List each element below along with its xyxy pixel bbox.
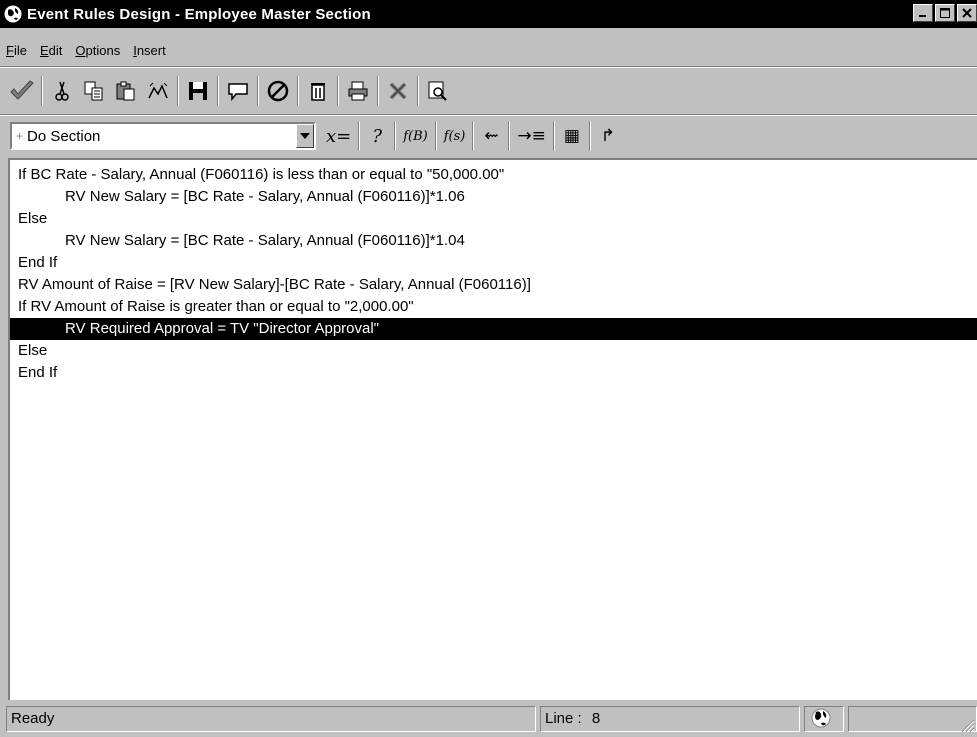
print-icon[interactable] — [342, 75, 374, 107]
toolbar-separator — [472, 121, 475, 151]
status-pane-state: Ready — [6, 706, 536, 732]
title-bar[interactable]: Event Rules Design - Employee Master Sec… — [0, 0, 977, 28]
code-line[interactable]: End If — [10, 362, 977, 384]
code-line[interactable]: RV New Salary = [BC Rate - Salary, Annua… — [10, 186, 977, 208]
event-combo[interactable]: + Do Section — [10, 122, 316, 150]
app-globe-icon — [4, 5, 22, 23]
close-icon[interactable] — [957, 4, 977, 22]
code-line[interactable]: Else — [10, 208, 977, 230]
toolbar-separator — [417, 76, 419, 106]
menu-options[interactable]: Options — [69, 40, 127, 62]
menu-edit[interactable]: Edit — [34, 40, 69, 62]
maximize-icon[interactable] — [935, 4, 955, 22]
toolbar-separator — [41, 76, 43, 106]
main-toolbar — [0, 70, 454, 112]
toolbar-separator — [337, 76, 339, 106]
table-button[interactable]: ▦ — [558, 121, 586, 151]
line-value: 8 — [591, 710, 601, 727]
toolbar-divider — [0, 114, 977, 116]
line-label: Line : — [545, 710, 582, 727]
toolbar-separator — [434, 121, 437, 151]
status-text: Ready — [11, 710, 55, 727]
paste-icon[interactable] — [110, 75, 142, 107]
toolbar-separator — [552, 121, 555, 151]
code-line[interactable]: End If — [10, 252, 977, 274]
code-line[interactable]: RV New Salary = [BC Rate - Salary, Annua… — [10, 230, 977, 252]
copy-icon[interactable] — [78, 75, 110, 107]
event-rules-toolbar: + Do Section x= ? f(B) f(s) ⇜ →≡ ▦ ↱ — [0, 118, 622, 154]
minimize-icon[interactable] — [913, 4, 933, 22]
business-function-button[interactable]: f(B) — [399, 121, 432, 151]
code-line-selected[interactable]: RV Required Approval = TV "Director Appr… — [10, 318, 977, 340]
insert-line-button[interactable]: →≡ — [513, 121, 550, 151]
checkmark-icon[interactable] — [6, 75, 38, 107]
delete-icon[interactable] — [302, 75, 334, 107]
assignment-button[interactable]: x= — [322, 121, 355, 151]
code-line[interactable]: RV Amount of Raise = [RV New Salary]-[BC… — [10, 274, 977, 296]
disable-icon[interactable] — [262, 75, 294, 107]
toolbar-separator — [377, 76, 379, 106]
table-io-button[interactable]: ⇜ — [477, 121, 505, 151]
event-combo-value: Do Section — [27, 127, 101, 145]
toolbar-separator — [217, 76, 219, 106]
status-pane-globe — [804, 706, 844, 732]
toolbar-separator — [257, 76, 259, 106]
status-bar: Ready Line : 8 — [0, 704, 977, 735]
window-controls — [913, 4, 977, 22]
status-pane-empty — [848, 706, 977, 732]
window-title: Event Rules Design - Employee Master Sec… — [27, 5, 371, 23]
code-line[interactable]: If BC Rate - Salary, Annual (F060116) is… — [10, 164, 977, 186]
menu-file[interactable]: File — [0, 40, 34, 62]
code-line[interactable]: If RV Amount of Raise is greater than or… — [10, 296, 977, 318]
comment-icon[interactable] — [222, 75, 254, 107]
globe-icon — [811, 708, 831, 728]
cancel-icon[interactable] — [382, 75, 414, 107]
system-function-button[interactable]: f(s) — [440, 121, 470, 151]
toolbar-separator — [177, 76, 179, 106]
toolbar-separator — [358, 121, 361, 151]
if-button[interactable]: ? — [363, 121, 391, 151]
cut-icon[interactable] — [46, 75, 78, 107]
event-rules-editor[interactable]: If BC Rate - Salary, Annual (F060116) is… — [8, 158, 977, 700]
menu-bar: File Edit Options Insert — [0, 40, 173, 62]
search-icon[interactable] — [422, 75, 454, 107]
chevron-down-icon[interactable] — [296, 124, 314, 148]
event-rules-window: Event Rules Design - Employee Master Sec… — [0, 0, 977, 735]
expand-plus-icon: + — [16, 129, 24, 143]
report-button[interactable]: ↱ — [594, 121, 622, 151]
resize-grip-icon[interactable] — [959, 717, 975, 733]
toolbar-separator — [394, 121, 397, 151]
find-icon[interactable] — [142, 75, 174, 107]
menu-insert[interactable]: Insert — [127, 40, 173, 62]
menu-divider — [0, 66, 977, 68]
toolbar-separator — [508, 121, 511, 151]
save-icon[interactable] — [182, 75, 214, 107]
code-line[interactable]: Else — [10, 340, 977, 362]
status-pane-line: Line : 8 — [540, 706, 800, 732]
toolbar-separator — [588, 121, 591, 151]
code-lines: If BC Rate - Salary, Annual (F060116) is… — [10, 160, 977, 384]
toolbar-separator — [297, 76, 299, 106]
